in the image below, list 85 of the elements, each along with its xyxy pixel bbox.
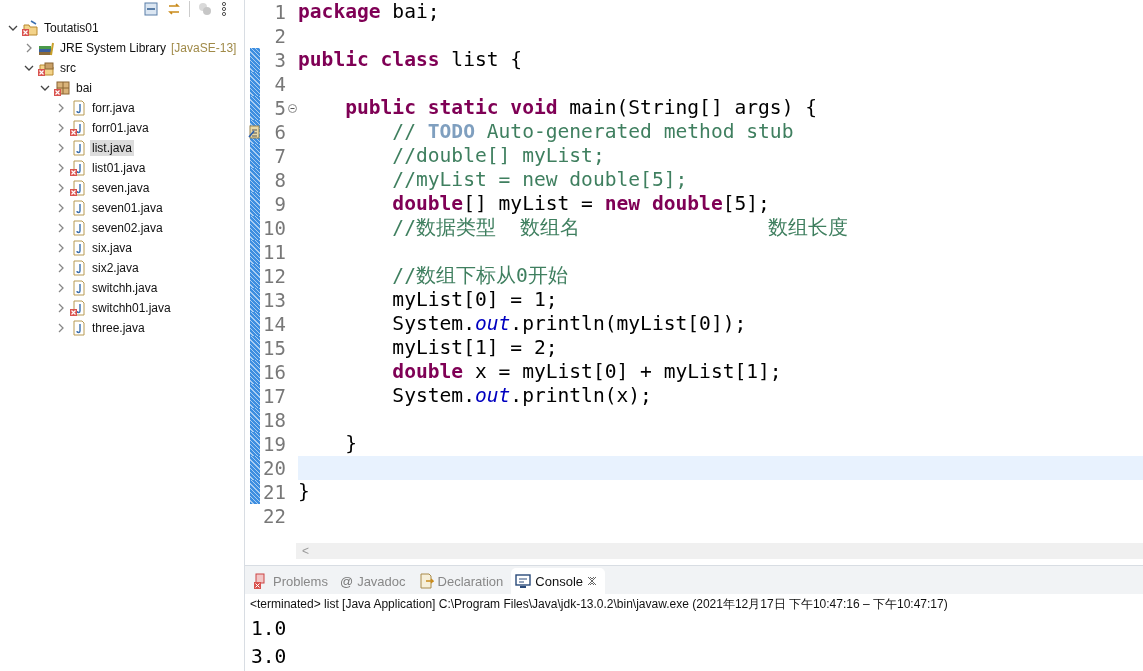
line-number: 4 (273, 72, 286, 96)
line-number: 20 (262, 456, 286, 480)
tree-item[interactable]: six2.java (90, 260, 141, 276)
code-line: } (298, 480, 310, 503)
tree-item[interactable]: seven01.java (90, 200, 165, 216)
tree-item[interactable]: list01.java (90, 160, 148, 176)
console-icon (515, 573, 532, 589)
chevron-down-icon[interactable] (24, 63, 34, 73)
tree-item-note: [JavaSE-13] (171, 41, 237, 55)
collapse-icon[interactable] (143, 1, 159, 17)
chevron-right-icon[interactable] (56, 143, 66, 153)
two-arrows-icon[interactable] (166, 1, 182, 17)
chevron-right-icon[interactable] (24, 43, 34, 53)
tree-item[interactable]: src (58, 60, 78, 76)
line-number: 21 (262, 480, 286, 504)
code-line: myList[0] = 1; (391, 288, 558, 311)
line-number: 2 (273, 24, 286, 48)
code-line: //数据类型 数组名 数组长度 (391, 216, 849, 239)
line-number: 10 (262, 216, 286, 240)
code-line: double[] myList = new double[5]; (391, 192, 770, 215)
code-line: //myList = new double[5]; (391, 168, 688, 191)
tree-item[interactable]: forr01.java (90, 120, 151, 136)
chevron-right-icon[interactable] (56, 243, 66, 253)
code-line: double x = myList[0] + myList[1]; (391, 360, 782, 383)
code-line: package bai; (298, 0, 440, 23)
console-output: 3.0 (250, 644, 288, 670)
code-line: public class list { (298, 48, 523, 71)
line-number: 8 (273, 168, 286, 192)
chevron-right-icon[interactable] (56, 283, 66, 293)
code-line: //double[] myList; (391, 144, 605, 167)
tree-item[interactable]: switchh.java (90, 280, 160, 296)
fold-minus-icon[interactable] (287, 103, 297, 113)
chevron-right-icon[interactable] (56, 203, 66, 213)
code-line: } (344, 432, 357, 455)
tree-item[interactable]: seven02.java (90, 220, 165, 236)
code-line: //数组下标从0开始 (391, 264, 568, 287)
code-line: myList[1] = 2; (391, 336, 558, 359)
tree-item[interactable]: list.java (90, 140, 134, 156)
tree-item[interactable]: switchh01.java (90, 300, 173, 316)
line-number: 16 (262, 360, 286, 384)
tree-item[interactable]: forr.java (90, 100, 137, 116)
code-line: System.out.println(myList[0]); (391, 312, 747, 335)
console-output: 1.0 (250, 616, 288, 642)
chevron-right-icon[interactable] (56, 303, 66, 313)
code-line: System.out.println(x); (391, 384, 652, 407)
chevron-right-icon[interactable] (56, 163, 66, 173)
chevron-right-icon[interactable] (56, 183, 66, 193)
close-icon[interactable] (587, 576, 597, 586)
console-header: <terminated> list [Java Application] C:\Program Files\Java\jdk-13.0.2\bin\javaw.exe (2021年12月17日 下午10:47:16 – 下午10:47:17) (249, 596, 949, 613)
code-line: public static void main(String[] args) { (344, 96, 818, 119)
line-number: 19 (262, 432, 286, 456)
line-number: 11 (262, 240, 286, 264)
line-number: 12 (262, 264, 286, 288)
chevron-right-icon[interactable] (56, 263, 66, 273)
code-line: // TODO Auto-generated method stub (391, 120, 794, 143)
line-number: 17 (262, 384, 286, 408)
line-number: 5 (273, 96, 286, 120)
tree-item[interactable]: three.java (90, 320, 147, 336)
chevron-right-icon[interactable] (56, 223, 66, 233)
chevron-right-icon[interactable] (56, 103, 66, 113)
chevron-down-icon[interactable] (40, 83, 50, 93)
panel-tab[interactable]: Console (511, 568, 605, 594)
tree-item[interactable]: Toutatis01 (42, 20, 101, 36)
chevron-right-icon[interactable] (56, 323, 66, 333)
task-marker-icon[interactable] (248, 125, 260, 139)
panel-tab[interactable]: @ Javadoc (335, 568, 414, 594)
line-number: 7 (273, 144, 286, 168)
chevron-down-icon[interactable] (8, 23, 18, 33)
line-number: 1 (273, 0, 286, 24)
line-number: 13 (262, 288, 286, 312)
chevron-right-icon[interactable] (56, 123, 66, 133)
line-number: 9 (273, 192, 286, 216)
line-number: 6 (273, 120, 286, 144)
line-number: 15 (262, 336, 286, 360)
line-number: 22 (262, 504, 286, 528)
tree-item[interactable]: six.java (90, 240, 134, 256)
line-number: 3 (273, 48, 286, 72)
menu-icon[interactable] (220, 1, 228, 17)
tree-item[interactable]: JRE System Library (58, 40, 169, 56)
tree-item[interactable]: seven.java (90, 180, 152, 196)
tree-item[interactable]: bai (74, 80, 94, 96)
line-number: 18 (262, 408, 286, 432)
line-number: 14 (262, 312, 286, 336)
declaration-icon (417, 573, 434, 589)
at-sign-icon: @ (339, 573, 354, 589)
